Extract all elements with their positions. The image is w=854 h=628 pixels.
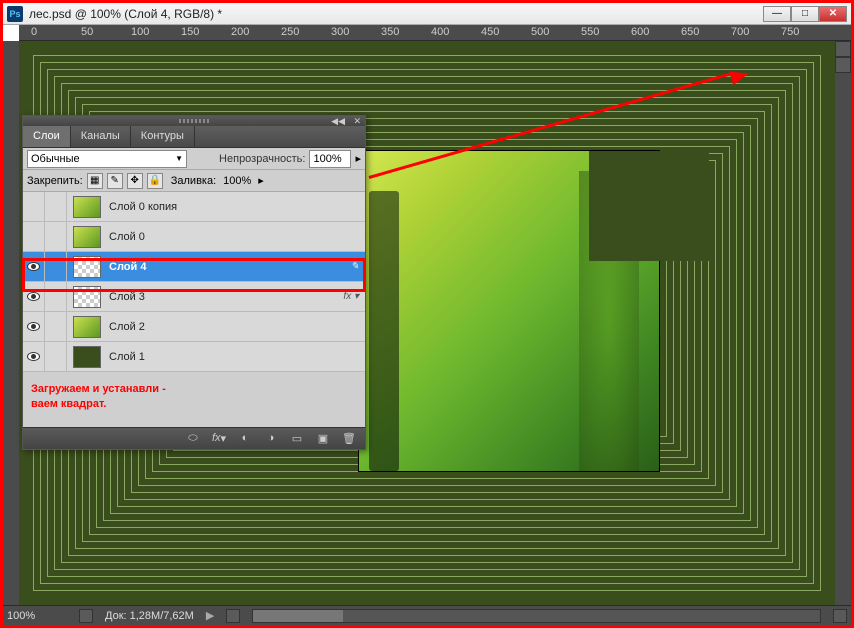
lock-transparent-icon[interactable]: ▦ bbox=[87, 173, 103, 189]
lock-all-icon[interactable]: 🔒 bbox=[147, 173, 163, 189]
fill-flyout-icon[interactable]: ▸ bbox=[258, 174, 264, 187]
layer-thumbnail[interactable] bbox=[73, 346, 101, 368]
window-title: лес.psd @ 100% (Слой 4, RGB/8) * bbox=[29, 7, 763, 21]
layer-row[interactable]: Слой 0 копия bbox=[23, 192, 365, 222]
scrollbar-vertical[interactable] bbox=[835, 41, 851, 605]
layers-panel: ◀◀ ✕ Слои Каналы Контуры Обычные▼ Непроз… bbox=[22, 115, 366, 450]
layer-row[interactable]: Слой 1 bbox=[23, 342, 365, 372]
layer-thumbnail[interactable] bbox=[73, 316, 101, 338]
layer-row[interactable]: Слой 0 bbox=[23, 222, 365, 252]
scroll-left-button[interactable] bbox=[79, 609, 93, 623]
layer-name[interactable]: Слой 1 bbox=[107, 351, 365, 363]
opacity-flyout-icon[interactable]: ▸ bbox=[355, 152, 361, 165]
link-cell bbox=[45, 252, 67, 282]
layer-list: Слой 0 копияСлой 0Слой 4✎Слой 3fx ▾Слой … bbox=[23, 192, 365, 372]
link-cell bbox=[45, 312, 67, 342]
eye-icon bbox=[27, 352, 40, 361]
tab-layers[interactable]: Слои bbox=[23, 126, 71, 147]
close-button[interactable]: ✕ bbox=[819, 6, 847, 22]
trash-icon[interactable]: 🗑 bbox=[341, 431, 357, 445]
panel-menu-icon[interactable]: ✕ bbox=[353, 116, 361, 127]
tab-channels[interactable]: Каналы bbox=[71, 126, 131, 147]
scroll-step-left[interactable] bbox=[226, 609, 240, 623]
annotation-text: Загружаем и устанавли - ваем квадрат. bbox=[23, 372, 365, 427]
group-icon[interactable]: ▭ bbox=[289, 431, 305, 445]
eye-icon bbox=[27, 262, 40, 271]
visibility-toggle[interactable] bbox=[23, 222, 45, 252]
minimize-button[interactable]: — bbox=[763, 6, 791, 22]
fill-label: Заливка: bbox=[171, 175, 216, 187]
layer-row[interactable]: Слой 2 bbox=[23, 312, 365, 342]
layer-name[interactable]: Слой 3 bbox=[107, 291, 343, 303]
opacity-input[interactable]: 100% bbox=[309, 150, 351, 168]
visibility-toggle[interactable] bbox=[23, 342, 45, 372]
doc-size: Док: 1,28M/7,62M bbox=[105, 610, 194, 622]
statusbar: 100% Док: 1,28M/7,62M ▶ bbox=[3, 605, 851, 625]
eye-icon bbox=[27, 292, 40, 301]
layer-name[interactable]: Слой 4 bbox=[107, 261, 351, 273]
layer-thumbnail[interactable] bbox=[73, 286, 101, 308]
layer-row[interactable]: Слой 3fx ▾ bbox=[23, 282, 365, 312]
layer-name[interactable]: Слой 2 bbox=[107, 321, 365, 333]
link-cell bbox=[45, 342, 67, 372]
panel-drag-handle[interactable]: ◀◀ ✕ bbox=[23, 116, 365, 126]
photoshop-icon: Ps bbox=[7, 6, 23, 22]
visibility-toggle[interactable] bbox=[23, 192, 45, 222]
visibility-toggle[interactable] bbox=[23, 282, 45, 312]
mask-icon[interactable]: ◐ bbox=[237, 431, 253, 445]
blend-opacity-row: Обычные▼ Непрозрачность: 100% ▸ bbox=[23, 148, 365, 170]
panel-tabs: Слои Каналы Контуры bbox=[23, 126, 365, 148]
opacity-label: Непрозрачность: bbox=[219, 153, 305, 165]
lock-label: Закрепить: bbox=[27, 175, 83, 187]
titlebar: Ps лес.psd @ 100% (Слой 4, RGB/8) * — □ … bbox=[3, 3, 851, 25]
panel-bottom-toolbar: ⬭ fx▾ ◐ ◑ ▭ ▣ 🗑 bbox=[23, 427, 365, 449]
scrollbar-horizontal[interactable] bbox=[252, 609, 821, 623]
visibility-toggle[interactable] bbox=[23, 252, 45, 282]
app-window: Ps лес.psd @ 100% (Слой 4, RGB/8) * — □ … bbox=[0, 0, 854, 628]
eye-icon bbox=[27, 322, 40, 331]
layer-thumbnail[interactable] bbox=[73, 226, 101, 248]
link-cell bbox=[45, 192, 67, 222]
layer-name[interactable]: Слой 0 bbox=[107, 231, 365, 243]
fill-input[interactable]: 100% bbox=[220, 175, 254, 187]
edit-icon: ✎ bbox=[351, 261, 365, 272]
collapse-icon[interactable]: ◀◀ bbox=[331, 116, 345, 127]
fill-adj-icon[interactable]: ◑ bbox=[263, 431, 279, 445]
zoom-level[interactable]: 100% bbox=[7, 610, 67, 622]
lock-position-icon[interactable]: ✥ bbox=[127, 173, 143, 189]
fx-icon[interactable]: fx▾ bbox=[211, 431, 227, 445]
ruler-vertical bbox=[3, 41, 19, 605]
lock-fill-row: Закрепить: ▦ ✎ ✥ 🔒 Заливка: 100% ▸ bbox=[23, 170, 365, 192]
new-layer-icon[interactable]: ▣ bbox=[315, 431, 331, 445]
dark-square-overlay bbox=[589, 151, 709, 261]
link-icon[interactable]: ⬭ bbox=[185, 431, 201, 445]
scroll-step-right[interactable] bbox=[833, 609, 847, 623]
layer-row[interactable]: Слой 4✎ bbox=[23, 252, 365, 282]
ruler-horizontal: 0 50 100 150 200 250 300 350 400 450 500… bbox=[19, 25, 851, 41]
link-cell bbox=[45, 222, 67, 252]
layer-name[interactable]: Слой 0 копия bbox=[107, 201, 365, 213]
lock-paint-icon[interactable]: ✎ bbox=[107, 173, 123, 189]
blend-mode-select[interactable]: Обычные▼ bbox=[27, 150, 187, 168]
visibility-toggle[interactable] bbox=[23, 312, 45, 342]
layer-thumbnail[interactable] bbox=[73, 256, 101, 278]
link-cell bbox=[45, 282, 67, 312]
maximize-button[interactable]: □ bbox=[791, 6, 819, 22]
tab-paths[interactable]: Контуры bbox=[131, 126, 195, 147]
fx-indicator[interactable]: fx ▾ bbox=[343, 291, 365, 302]
layer-thumbnail[interactable] bbox=[73, 196, 101, 218]
